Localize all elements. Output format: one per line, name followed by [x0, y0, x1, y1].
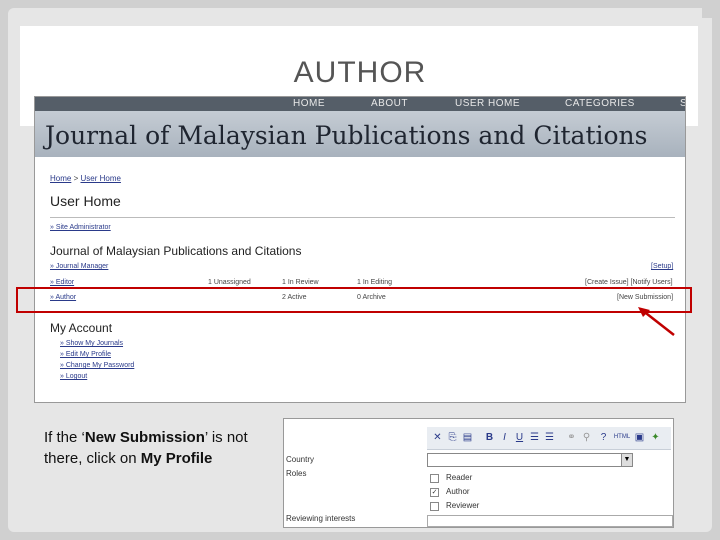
- bullet-list-icon[interactable]: ☰: [528, 431, 541, 444]
- nav-about[interactable]: ABOUT: [371, 98, 408, 109]
- breadcrumb-user-home[interactable]: User Home: [80, 174, 120, 183]
- editor-link[interactable]: » Editor: [50, 279, 74, 286]
- setup-link[interactable]: [Setup]: [651, 263, 673, 270]
- nav-user-home[interactable]: USER HOME: [455, 98, 520, 109]
- editor-in-review[interactable]: 1 In Review: [282, 279, 319, 286]
- editor-unassigned[interactable]: 1 Unassigned: [208, 279, 251, 286]
- chevron-down-icon[interactable]: ▼: [621, 454, 632, 466]
- editor-toolbar: ✕ ⎘ ▤ B I U ☰ ☰ ⚭ ⚲ ? HTML ▣ ✦: [427, 427, 671, 450]
- reader-label: Reader: [446, 473, 473, 482]
- highlight-box: [16, 287, 692, 313]
- nav-categories[interactable]: CATEGORIES: [565, 98, 635, 109]
- paste-icon[interactable]: ▤: [461, 431, 474, 444]
- caption-text: If the ‘: [44, 429, 85, 446]
- country-label: Country: [286, 455, 315, 464]
- underline-icon[interactable]: U: [513, 431, 526, 444]
- italic-icon[interactable]: I: [498, 431, 511, 444]
- journal-banner: Journal of Malaysian Publications and Ci…: [35, 111, 685, 157]
- journal-heading: Journal of Malaysian Publications and Ci…: [50, 244, 302, 258]
- banner-title: Journal of Malaysian Publications and Ci…: [45, 121, 648, 150]
- instruction-caption: If the ‘New Submission’ is not there, cl…: [44, 427, 254, 469]
- nav-bar: HOME ABOUT USER HOME CATEGORIES S: [35, 97, 685, 111]
- divider: [50, 217, 675, 218]
- slide-corner: [702, 8, 712, 18]
- journal-screenshot: HOME ABOUT USER HOME CATEGORIES S Journa…: [34, 96, 686, 403]
- country-select[interactable]: ▼: [427, 453, 633, 467]
- page-heading: User Home: [50, 193, 121, 209]
- site-administrator-link[interactable]: » Site Administrator: [50, 224, 111, 231]
- edit-my-profile-link[interactable]: » Edit My Profile: [60, 351, 111, 358]
- reader-checkbox[interactable]: [430, 474, 439, 483]
- breadcrumb: Home > User Home: [50, 174, 121, 183]
- logout-link[interactable]: » Logout: [60, 373, 87, 380]
- unlink-icon[interactable]: ⚲: [580, 431, 593, 444]
- nav-search[interactable]: S: [680, 98, 685, 109]
- editor-actions[interactable]: [Create Issue] [Notify Users]: [585, 279, 673, 286]
- profile-form-screenshot: ✕ ⎘ ▤ B I U ☰ ☰ ⚭ ⚲ ? HTML ▣ ✦ Country ▼…: [283, 418, 674, 528]
- my-account-heading: My Account: [50, 321, 113, 335]
- image-icon[interactable]: ▣: [633, 431, 646, 444]
- breadcrumb-separator: >: [73, 174, 79, 183]
- caption-my-profile: My Profile: [140, 450, 213, 467]
- reviewing-interests-input[interactable]: [427, 515, 673, 527]
- reviewing-interests-label: Reviewing interests: [286, 514, 356, 523]
- link-icon[interactable]: ⚭: [565, 431, 578, 444]
- roles-label: Roles: [286, 469, 307, 478]
- fullscreen-icon[interactable]: ✦: [649, 431, 662, 444]
- reviewer-checkbox[interactable]: [430, 502, 439, 511]
- help-icon[interactable]: ?: [597, 431, 610, 444]
- copy-icon[interactable]: ⎘: [446, 431, 459, 444]
- editor-in-editing[interactable]: 1 In Editing: [357, 279, 392, 286]
- breadcrumb-home[interactable]: Home: [50, 174, 71, 183]
- cut-icon[interactable]: ✕: [431, 431, 444, 444]
- reviewer-label: Reviewer: [446, 501, 480, 510]
- author-label: Author: [446, 487, 470, 496]
- nav-home[interactable]: HOME: [293, 98, 325, 109]
- slide-title: AUTHOR: [293, 56, 427, 89]
- bold-icon[interactable]: B: [483, 431, 496, 444]
- caption-new-submission: New Submission: [84, 429, 205, 446]
- arrow-icon: [638, 307, 675, 336]
- numbered-list-icon[interactable]: ☰: [543, 431, 556, 444]
- journal-manager-link[interactable]: » Journal Manager: [50, 263, 108, 270]
- html-icon[interactable]: HTML: [613, 431, 631, 444]
- change-password-link[interactable]: » Change My Password: [60, 362, 134, 369]
- show-my-journals-link[interactable]: » Show My Journals: [60, 340, 123, 347]
- author-checkbox[interactable]: ✓: [430, 488, 439, 497]
